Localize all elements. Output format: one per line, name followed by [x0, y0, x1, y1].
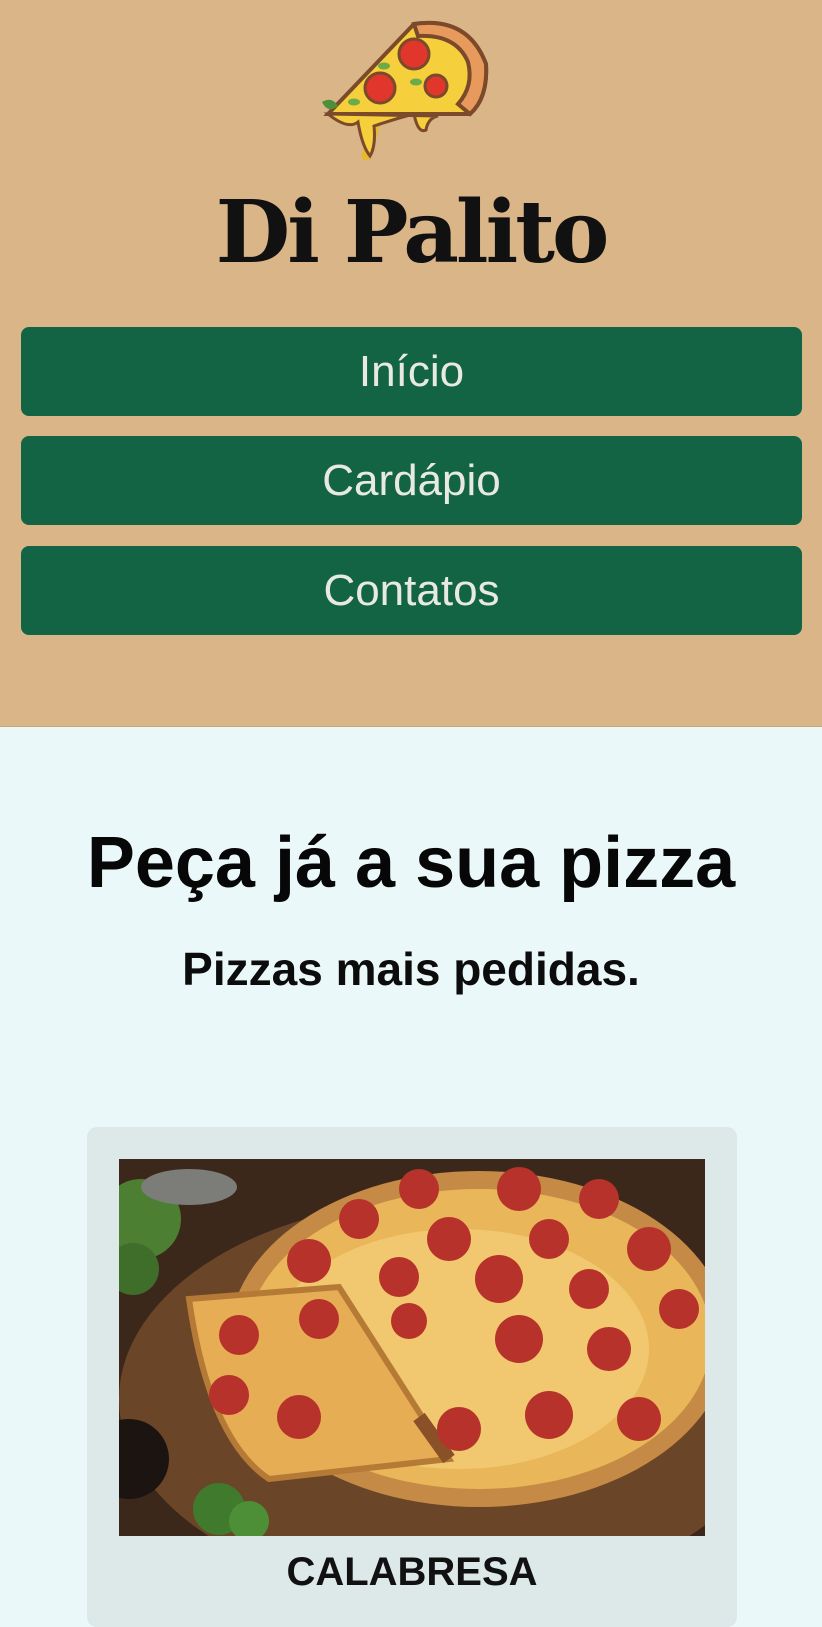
nav-button-cardapio[interactable]: Cardápio [21, 436, 802, 525]
pizza-slice-icon [322, 20, 489, 161]
nav-button-contatos[interactable]: Contatos [21, 546, 802, 635]
nav-button-inicio[interactable]: Início [21, 327, 802, 416]
section-subheadline: Pizzas mais pedidas. [182, 943, 640, 995]
page-headline: Peça já a sua pizza [86, 823, 736, 903]
pepperoni-pizza-photo [119, 1159, 705, 1536]
brand-name: Di Palito [215, 182, 610, 283]
product-card[interactable]: CALABRESA [87, 1127, 737, 1627]
site-header: Di Palito Início Cardápio Contatos [0, 0, 822, 727]
main-content: Peça já a sua pizza Pizzas mais pedidas. [0, 727, 822, 1627]
product-name: CALABRESA [286, 1550, 538, 1594]
